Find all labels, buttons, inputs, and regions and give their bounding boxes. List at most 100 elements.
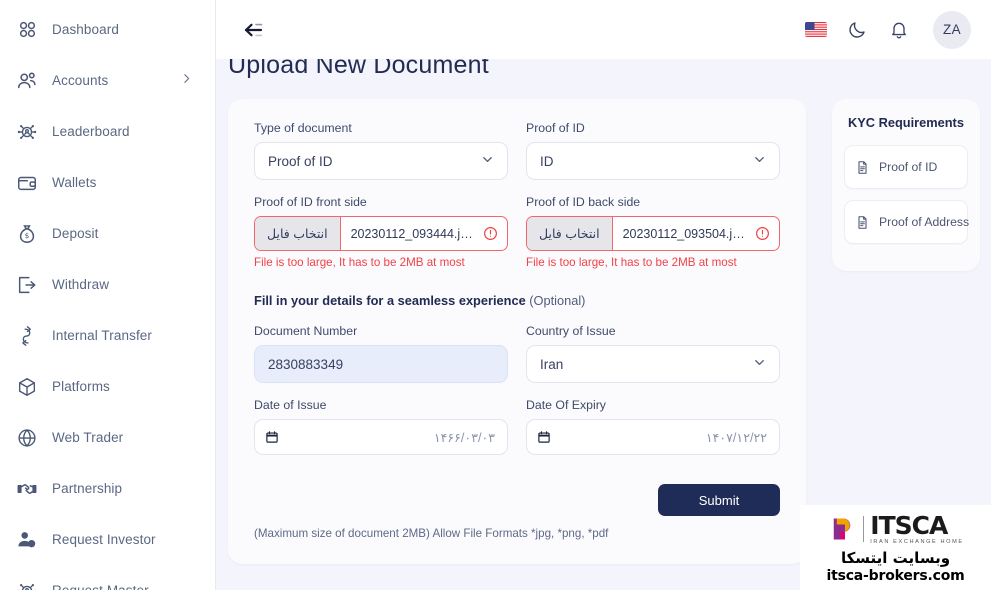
calendar-icon[interactable] bbox=[265, 430, 279, 444]
select-value: ID bbox=[540, 153, 554, 169]
sidebar-item-internal-transfer[interactable]: Internal Transfer bbox=[0, 310, 215, 361]
sidebar-item-web-trader[interactable]: Web Trader bbox=[0, 412, 215, 463]
sidebar-item-label: Request Investor bbox=[52, 532, 156, 547]
sidebar-item-label: Internal Transfer bbox=[52, 328, 152, 343]
select-value: Iran bbox=[540, 356, 564, 372]
page-title: Upload New Document bbox=[228, 59, 489, 79]
back-side-file-name: 20230112_093504.jpg bbox=[622, 226, 747, 241]
submit-button[interactable]: Submit bbox=[658, 484, 780, 516]
error-circle-icon bbox=[755, 226, 779, 241]
document-icon bbox=[855, 160, 870, 175]
document-number-input[interactable]: 2830883349 bbox=[254, 345, 508, 383]
field-label: Country of Issue bbox=[526, 324, 616, 338]
sidebar-item-label: Wallets bbox=[52, 175, 97, 190]
kyc-item-label: Proof of Address bbox=[879, 215, 970, 229]
sidebar-item-dashboard[interactable]: Dashboard bbox=[0, 4, 215, 55]
details-optional: (Optional) bbox=[525, 293, 586, 308]
field-label: Date of Issue bbox=[254, 398, 327, 412]
watermark-logo-row: ITSCA IRAN EXCHANGE HOME bbox=[827, 513, 963, 545]
avatar-initials: ZA bbox=[942, 22, 962, 37]
transfer-icon bbox=[14, 323, 40, 349]
handshake-icon bbox=[14, 476, 40, 502]
moon-icon[interactable] bbox=[845, 18, 869, 42]
error-circle-icon bbox=[483, 226, 507, 241]
sidebar-item-label: Leaderboard bbox=[52, 124, 130, 139]
front-side-file-name: 20230112_093444.jpg bbox=[350, 226, 475, 241]
upload-form-card: Type of document Proof of ID Proof of ID bbox=[228, 99, 806, 564]
chevron-right-icon[interactable] bbox=[180, 72, 193, 90]
field-label: Date Of Expiry bbox=[526, 398, 606, 412]
sidebar-item-label: Web Trader bbox=[52, 430, 124, 445]
document-number-value: 2830883349 bbox=[268, 356, 344, 372]
sidebar-item-wallets[interactable]: Wallets bbox=[0, 157, 215, 208]
row-doc-number: Document Number 2830883349 Country of Is… bbox=[254, 324, 780, 398]
sidebar: Dashboard Accounts Leaderboard Wallets $… bbox=[0, 0, 216, 590]
back-arrow-icon[interactable] bbox=[238, 15, 272, 45]
field-type-of-document: Type of document Proof of ID bbox=[254, 121, 508, 180]
field-back-side: Proof of ID back side انتخاب فایل 202301… bbox=[526, 195, 780, 270]
sidebar-item-label: Deposit bbox=[52, 226, 99, 241]
sidebar-item-withdraw[interactable]: Withdraw bbox=[0, 259, 215, 310]
row-doc-type: Type of document Proof of ID Proof of ID bbox=[254, 121, 780, 195]
chevron-down-icon bbox=[752, 355, 767, 373]
sidebar-item-partnership[interactable]: Partnership bbox=[0, 463, 215, 514]
topbar: ZA bbox=[216, 0, 991, 59]
wallet-icon bbox=[14, 170, 40, 196]
front-side-error: File is too large, It has to be 2MB at m… bbox=[254, 256, 465, 269]
kyc-requirements-card: KYC Requirements Proof of ID Proof of Ad… bbox=[832, 99, 980, 271]
topbar-actions: ZA bbox=[805, 10, 971, 49]
document-icon bbox=[855, 215, 870, 230]
field-label: Proof of ID bbox=[526, 121, 585, 135]
sidebar-item-label: Platforms bbox=[52, 379, 110, 394]
sidebar-item-accounts[interactable]: Accounts bbox=[0, 55, 215, 106]
upload-footnote: (Maximum size of document 2MB) Allow Fil… bbox=[254, 527, 609, 540]
type-of-document-select[interactable]: Proof of ID bbox=[254, 142, 508, 180]
field-label: Proof of ID front side bbox=[254, 195, 367, 209]
date-of-issue-input[interactable]: ۱۴۶۶/۰۳/۰۳ bbox=[254, 419, 508, 455]
proof-of-id-select[interactable]: ID bbox=[526, 142, 780, 180]
bell-icon[interactable] bbox=[887, 18, 911, 42]
network-icon bbox=[14, 578, 40, 590]
sidebar-item-label: Accounts bbox=[52, 73, 109, 88]
back-side-file-input[interactable]: انتخاب فایل 20230112_093504.jpg bbox=[526, 216, 780, 251]
money-bag-icon: $ bbox=[14, 221, 40, 247]
main-area: ZA Upload New Document Type of document … bbox=[216, 0, 991, 590]
field-proof-of-id: Proof of ID ID bbox=[526, 121, 780, 180]
field-country-of-issue: Country of Issue Iran bbox=[526, 324, 780, 383]
date-of-issue-placeholder: ۱۴۶۶/۰۳/۰۳ bbox=[433, 430, 495, 445]
users-icon bbox=[14, 68, 40, 94]
us-flag-icon[interactable] bbox=[805, 22, 827, 37]
row-dates: Date of Issue ۱۴۶۶/۰۳/۰۳ Date Of Expiry … bbox=[254, 398, 780, 470]
watermark-url: itsca-brokers.com bbox=[826, 568, 965, 584]
sidebar-item-platforms[interactable]: Platforms bbox=[0, 361, 215, 412]
date-of-expiry-placeholder: ۱۴۰۷/۱۲/۲۲ bbox=[705, 430, 767, 445]
sidebar-item-leaderboard[interactable]: Leaderboard bbox=[0, 106, 215, 157]
field-date-of-issue: Date of Issue ۱۴۶۶/۰۳/۰۳ bbox=[254, 398, 508, 455]
front-side-file-input[interactable]: انتخاب فایل 20230112_093444.jpg bbox=[254, 216, 508, 251]
sidebar-item-label: Withdraw bbox=[52, 277, 110, 292]
avatar[interactable]: ZA bbox=[933, 10, 971, 49]
country-of-issue-select[interactable]: Iran bbox=[526, 345, 780, 383]
watermark-tagline: IRAN EXCHANGE HOME bbox=[870, 539, 964, 545]
kyc-item-proof-of-id[interactable]: Proof of ID bbox=[844, 145, 968, 189]
chevron-down-icon bbox=[752, 152, 767, 170]
calendar-icon[interactable] bbox=[537, 430, 551, 444]
field-label: Document Number bbox=[254, 324, 358, 338]
row-file-uploads: Proof of ID front side انتخاب فایل 20230… bbox=[254, 195, 780, 285]
columns: Type of document Proof of ID Proof of ID bbox=[216, 83, 991, 564]
date-of-expiry-input[interactable]: ۱۴۰۷/۱۲/۲۲ bbox=[526, 419, 780, 455]
front-side-choose-button[interactable]: انتخاب فایل bbox=[255, 217, 341, 250]
sidebar-item-label: Dashboard bbox=[52, 22, 119, 37]
withdraw-icon bbox=[14, 272, 40, 298]
details-section-title: Fill in your details for a seamless expe… bbox=[254, 293, 780, 308]
back-side-choose-button[interactable]: انتخاب فایل bbox=[527, 217, 613, 250]
field-label: Proof of ID back side bbox=[526, 195, 641, 209]
kyc-item-proof-of-address[interactable]: Proof of Address bbox=[844, 200, 970, 244]
sidebar-item-label: Partnership bbox=[52, 481, 123, 496]
sidebar-item-request-master[interactable]: Request Master bbox=[0, 565, 215, 590]
sidebar-item-label: Request Master bbox=[52, 583, 149, 590]
network-icon bbox=[14, 119, 40, 145]
sidebar-item-request-investor[interactable]: Request Investor bbox=[0, 514, 215, 565]
sidebar-item-deposit[interactable]: $ Deposit bbox=[0, 208, 215, 259]
select-value: Proof of ID bbox=[268, 153, 333, 169]
